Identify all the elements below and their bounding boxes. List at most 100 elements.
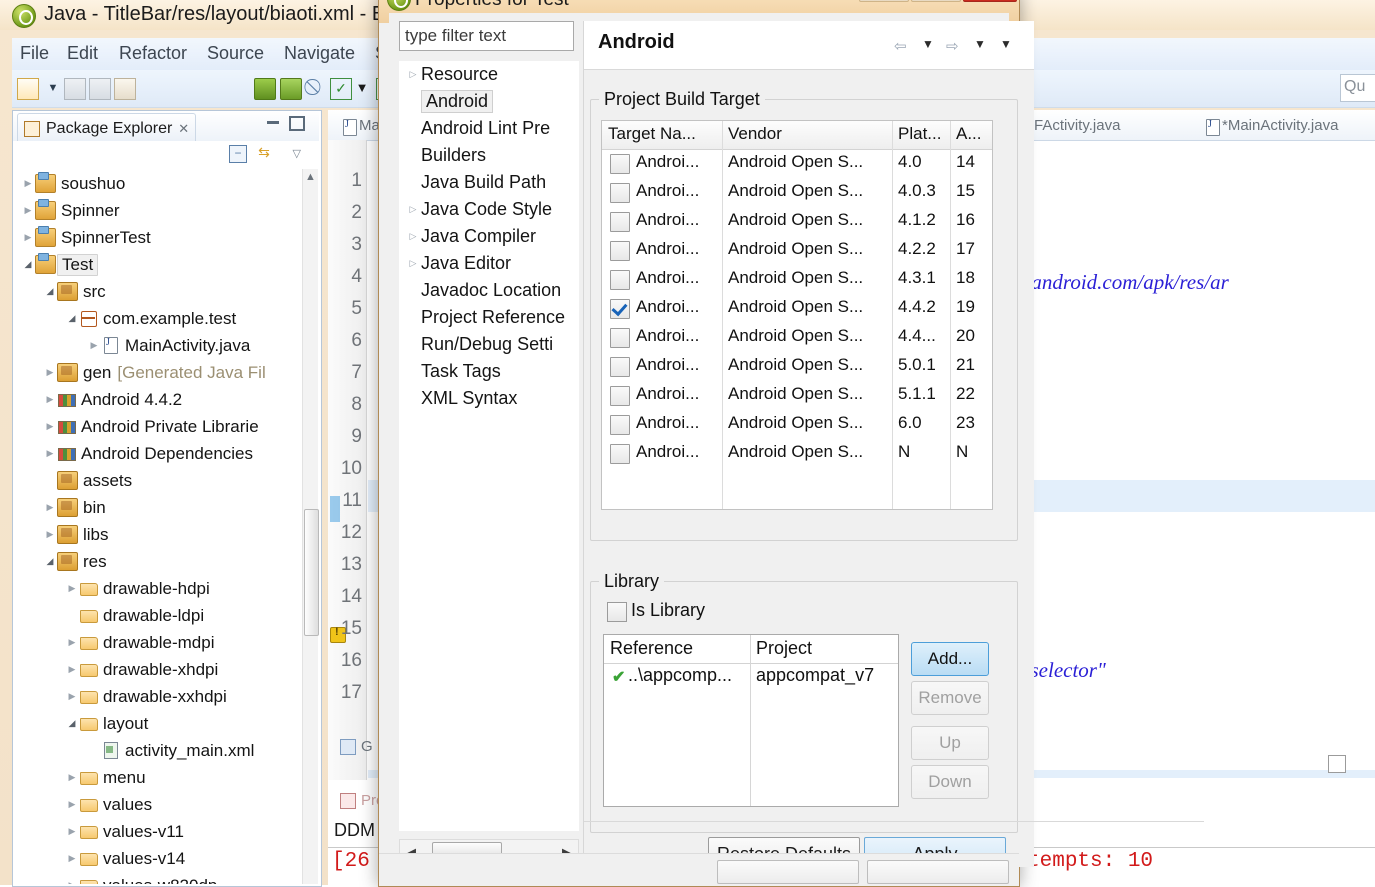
tree-item-drawable-hdpi[interactable]: ▶ drawable-hdpi xyxy=(65,575,210,602)
move-down-button[interactable]: Down xyxy=(911,765,989,799)
nav-item-xml-syntax[interactable]: XML Syntax xyxy=(421,385,517,412)
column-header-reference[interactable]: Reference xyxy=(610,638,693,659)
chevron-right-icon[interactable]: ▶ xyxy=(65,880,79,884)
console-clear-icon[interactable] xyxy=(1328,755,1346,773)
nav-item-project-references[interactable]: Project Reference xyxy=(421,304,565,331)
menu-source[interactable]: Source xyxy=(207,43,264,64)
menu-refactor[interactable]: Refactor xyxy=(119,43,187,64)
chevron-right-icon[interactable]: ▶ xyxy=(43,529,57,540)
chevron-right-icon[interactable]: ▷ xyxy=(405,258,421,269)
maximize-icon[interactable] xyxy=(289,116,305,131)
row-checkbox[interactable] xyxy=(610,357,630,377)
tree-item-gen[interactable]: ▶ gen [Generated Java Fil xyxy=(43,359,266,386)
tree-item-spinnertest[interactable]: ▶ SpinnerTest xyxy=(21,224,151,251)
tree-item-values-v11[interactable]: ▶ values-v11 xyxy=(65,818,184,845)
editor-tab-mainactivity[interactable]: *MainActivity.java xyxy=(1203,113,1338,138)
nav-item-java-code-style[interactable]: ▷ Java Code Style xyxy=(405,196,553,223)
row-checkbox[interactable] xyxy=(610,241,630,261)
tree-item-package[interactable]: ◢ com.example.test xyxy=(65,305,237,332)
table-row[interactable]: Androi... Android Open S... 5.0.1 21 xyxy=(602,352,992,381)
tree-item-soushuo[interactable]: ▶ soushuo xyxy=(21,170,125,197)
chevron-right-icon[interactable]: ▶ xyxy=(43,448,57,459)
tree-item-values-v14[interactable]: ▶ values-v14 xyxy=(65,845,186,872)
column-header-target-name[interactable]: Target Na... xyxy=(608,124,696,144)
table-row[interactable]: Androi... Android Open S... 4.0.3 15 xyxy=(602,178,992,207)
remove-library-button[interactable]: Remove xyxy=(911,681,989,715)
chevron-down-icon[interactable]: ◢ xyxy=(21,259,35,270)
chevron-right-icon[interactable]: ▶ xyxy=(65,583,79,594)
chevron-right-icon[interactable]: ▶ xyxy=(43,421,57,432)
chevron-down-icon[interactable]: ◢ xyxy=(43,556,57,567)
row-checkbox[interactable] xyxy=(610,270,630,290)
close-button[interactable] xyxy=(963,0,1017,2)
chevron-right-icon[interactable]: ▶ xyxy=(65,691,79,702)
library-reference-table[interactable]: Reference Project ✔ ..\appcomp... appcom… xyxy=(603,634,899,807)
tree-item-mainactivity[interactable]: ▶ MainActivity.java xyxy=(87,332,251,359)
forward-arrow-icon[interactable]: ⇨ xyxy=(946,37,959,55)
tree-scrollbar[interactable]: ▲ xyxy=(302,169,319,884)
table-row[interactable]: Androi... Android Open S... 4.1.2 16 xyxy=(602,207,992,236)
back-dropdown-icon[interactable]: ▼ xyxy=(922,37,934,51)
table-row[interactable]: Androi... Android Open S... 4.0 14 xyxy=(602,149,992,178)
chevron-right-icon[interactable]: ▶ xyxy=(21,178,35,189)
library-row[interactable]: ✔ ..\appcomp... appcompat_v7 xyxy=(604,663,898,693)
tree-item-android-442[interactable]: ▶ Android 4.4.2 xyxy=(43,386,183,413)
tree-item-drawable-ldpi[interactable]: drawable-ldpi xyxy=(65,602,204,629)
tree-item-drawable-xhdpi[interactable]: ▶ drawable-xhdpi xyxy=(65,656,219,683)
collapse-all-icon[interactable]: − xyxy=(229,145,247,163)
build-target-table[interactable]: Target Na... Vendor Plat... A... Androi.… xyxy=(601,120,993,510)
tree-item-spinner[interactable]: ▶ Spinner xyxy=(21,197,120,224)
table-row[interactable]: Androi... Android Open S... 4.4... 20 xyxy=(602,323,992,352)
tree-item-dependencies[interactable]: ▶ Android Dependencies xyxy=(43,440,253,467)
ddms-tab[interactable]: DDM xyxy=(334,820,375,841)
link-with-editor-icon[interactable]: ⇆ xyxy=(255,145,273,161)
chevron-right-icon[interactable]: ▶ xyxy=(65,772,79,783)
chevron-right-icon[interactable]: ▷ xyxy=(405,204,421,215)
row-checkbox[interactable] xyxy=(610,328,630,348)
tree-item-layout[interactable]: ◢ layout xyxy=(65,710,149,737)
row-checkbox[interactable] xyxy=(610,444,630,464)
column-header-platform[interactable]: Plat... xyxy=(898,124,941,144)
tree-item-menu[interactable]: ▶ menu xyxy=(65,764,146,791)
tree-item-assets[interactable]: assets xyxy=(43,467,132,494)
ok-button[interactable] xyxy=(717,860,859,884)
tree-item-bin[interactable]: ▶ bin xyxy=(43,494,106,521)
add-library-button[interactable]: Add... xyxy=(911,642,989,676)
is-library-row[interactable]: Is Library xyxy=(599,600,799,626)
print-icon[interactable] xyxy=(114,78,136,100)
tree-item-drawable-xxhdpi[interactable]: ▶ drawable-xxhdpi xyxy=(65,683,227,710)
project-tree[interactable]: ▶ soushuo ▶ Spinner ▶ SpinnerTest ◢ Test ◢ sr… xyxy=(13,169,301,884)
editor-tab-main[interactable]: Ma xyxy=(340,113,380,138)
chevron-right-icon[interactable]: ▶ xyxy=(65,799,79,810)
tree-item-values-w820dp[interactable]: ▶ values-w820dp xyxy=(65,872,217,884)
nav-item-android[interactable]: Android xyxy=(421,88,494,115)
chevron-right-icon[interactable]: ▷ xyxy=(405,69,421,80)
settings-nav-tree[interactable]: ▷ Resource Android Android Lint Pre Build… xyxy=(399,61,579,831)
nav-item-builders[interactable]: Builders xyxy=(421,142,486,169)
column-header-vendor[interactable]: Vendor xyxy=(728,124,782,144)
save-icon[interactable] xyxy=(64,78,86,100)
tree-item-src[interactable]: ◢ src xyxy=(43,278,106,305)
tree-item-libs[interactable]: ▶ libs xyxy=(43,521,109,548)
table-row-selected[interactable]: Androi... Android Open S... 4.4.2 19 xyxy=(602,294,992,323)
nav-item-javadoc-location[interactable]: Javadoc Location xyxy=(421,277,561,304)
nav-item-run-debug-settings[interactable]: Run/Debug Setti xyxy=(421,331,553,358)
chevron-right-icon[interactable]: ▶ xyxy=(43,502,57,513)
back-arrow-icon[interactable]: ⇦ xyxy=(894,37,907,55)
cancel-button[interactable] xyxy=(867,860,1009,884)
quick-access-box[interactable]: Qu xyxy=(1340,74,1375,102)
row-checkbox[interactable] xyxy=(610,183,630,203)
minimize-button[interactable] xyxy=(859,0,909,2)
table-row[interactable]: Androi... Android Open S... 4.2.2 17 xyxy=(602,236,992,265)
android-avd-manager-icon[interactable] xyxy=(280,78,302,100)
forward-dropdown-icon[interactable]: ▼ xyxy=(974,37,986,51)
view-menu-icon[interactable]: ▽ xyxy=(293,147,301,160)
filter-text-input[interactable]: type filter text xyxy=(399,21,574,51)
row-checkbox[interactable] xyxy=(610,386,630,406)
chevron-right-icon[interactable]: ▶ xyxy=(43,394,57,405)
close-icon[interactable]: ✕ xyxy=(178,121,189,137)
new-icon[interactable] xyxy=(17,78,39,100)
row-checkbox[interactable] xyxy=(610,212,630,232)
tree-item-drawable-mdpi[interactable]: ▶ drawable-mdpi xyxy=(65,629,215,656)
view-menu-icon[interactable]: ▼ xyxy=(1000,37,1012,51)
